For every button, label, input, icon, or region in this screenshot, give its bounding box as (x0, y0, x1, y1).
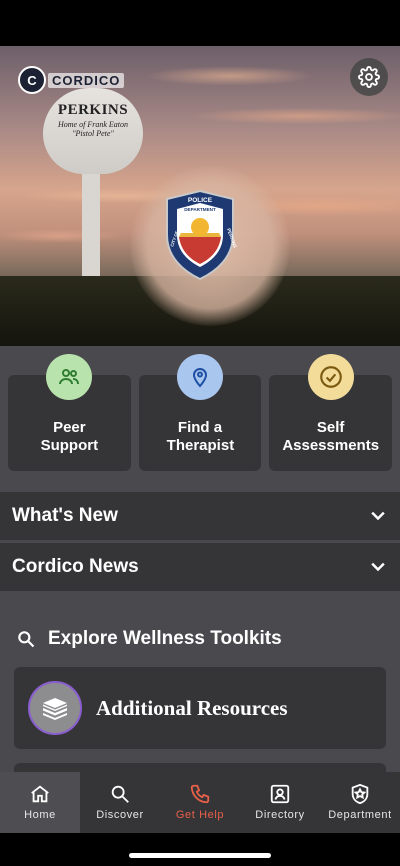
whats-new-title: What's New (12, 505, 118, 526)
tower-line-3: "Pistol Pete" (72, 129, 114, 138)
cordico-logo-text: CORDICO (48, 72, 125, 88)
badge-top-text: POLICE (188, 197, 213, 204)
tower-line-2: Home of Frank Eaton (58, 120, 128, 129)
peer-support-card[interactable]: Peer Support (8, 354, 131, 471)
tower-line-1: PERKINS (57, 102, 129, 118)
chevron-down-icon (371, 562, 385, 572)
badge-mid-text: DEPARTMENT (184, 207, 216, 212)
additional-resources-label: Additional Resources (96, 695, 288, 720)
self-assessments-label: Self Assessments (282, 419, 380, 454)
stacked-books-icon (43, 698, 67, 720)
people-icon (59, 369, 80, 385)
chevron-down-icon (371, 511, 385, 521)
search-icon (111, 785, 129, 803)
police-badge-icon (351, 783, 369, 805)
peer-support-label: Peer Support (40, 419, 99, 454)
hero-banner: PERKINS Home of Frank Eaton "Pistol Pete… (0, 46, 400, 346)
find-a-therapist-icon-circle (177, 354, 223, 400)
tab-home-label: Home (24, 809, 56, 821)
additional-resources-icon-circle (28, 681, 82, 735)
bottom-tab-bar: Home Discover Get Help Directory Departm… (0, 772, 400, 833)
self-assessments-icon-circle (307, 354, 354, 400)
self-assessments-card[interactable]: Self Assessments (269, 354, 393, 471)
additional-resources-card[interactable]: Additional Resources (14, 667, 386, 749)
main-content: Peer Support Find a Therapist Self Asses… (0, 346, 400, 772)
explore-wellness-toolkits-heading: Explore Wellness Toolkits (16, 628, 282, 650)
find-a-therapist-label: Find a Therapist (166, 419, 235, 454)
location-pin-icon (192, 368, 208, 388)
cordico-logo-mark: C (18, 66, 46, 94)
home-indicator-area (0, 833, 400, 866)
water-tower-text: PERKINS Home of Frank Eaton "Pistol Pete… (43, 102, 143, 138)
tab-discover[interactable]: Discover (80, 772, 160, 833)
tab-department-label: Department (328, 809, 392, 821)
settings-button[interactable] (350, 58, 388, 96)
quick-actions: Peer Support Find a Therapist Self Asses… (8, 354, 393, 471)
search-icon (18, 631, 35, 648)
tab-department[interactable]: Department (320, 772, 400, 833)
phone-icon (190, 784, 210, 804)
home-icon (31, 785, 49, 803)
explore-wellness-toolkits-label: Explore Wellness Toolkits (48, 628, 282, 649)
tab-directory[interactable]: Directory (240, 772, 320, 833)
contact-card-icon (270, 784, 290, 804)
check-circle-icon (319, 366, 342, 388)
home-indicator[interactable] (129, 853, 271, 858)
whats-new-accordion[interactable]: What's New (0, 492, 400, 540)
cordico-news-title: Cordico News (12, 556, 139, 577)
tab-discover-label: Discover (96, 809, 144, 821)
next-toolkit-card[interactable] (14, 763, 386, 772)
tab-get-help[interactable]: Get Help (160, 772, 240, 833)
find-a-therapist-card[interactable]: Find a Therapist (138, 354, 262, 471)
peer-support-icon-circle (46, 354, 93, 400)
gear-icon (358, 66, 380, 88)
tab-home[interactable]: Home (0, 772, 80, 833)
cordico-news-accordion[interactable]: Cordico News (0, 543, 400, 591)
tab-directory-label: Directory (255, 809, 305, 821)
cordico-logo: C CORDICO (18, 66, 125, 94)
police-department-badge: POLICE DEPARTMENT CITY OF PERKINS (166, 189, 237, 281)
status-bar (0, 0, 400, 46)
tab-get-help-label: Get Help (175, 809, 225, 821)
